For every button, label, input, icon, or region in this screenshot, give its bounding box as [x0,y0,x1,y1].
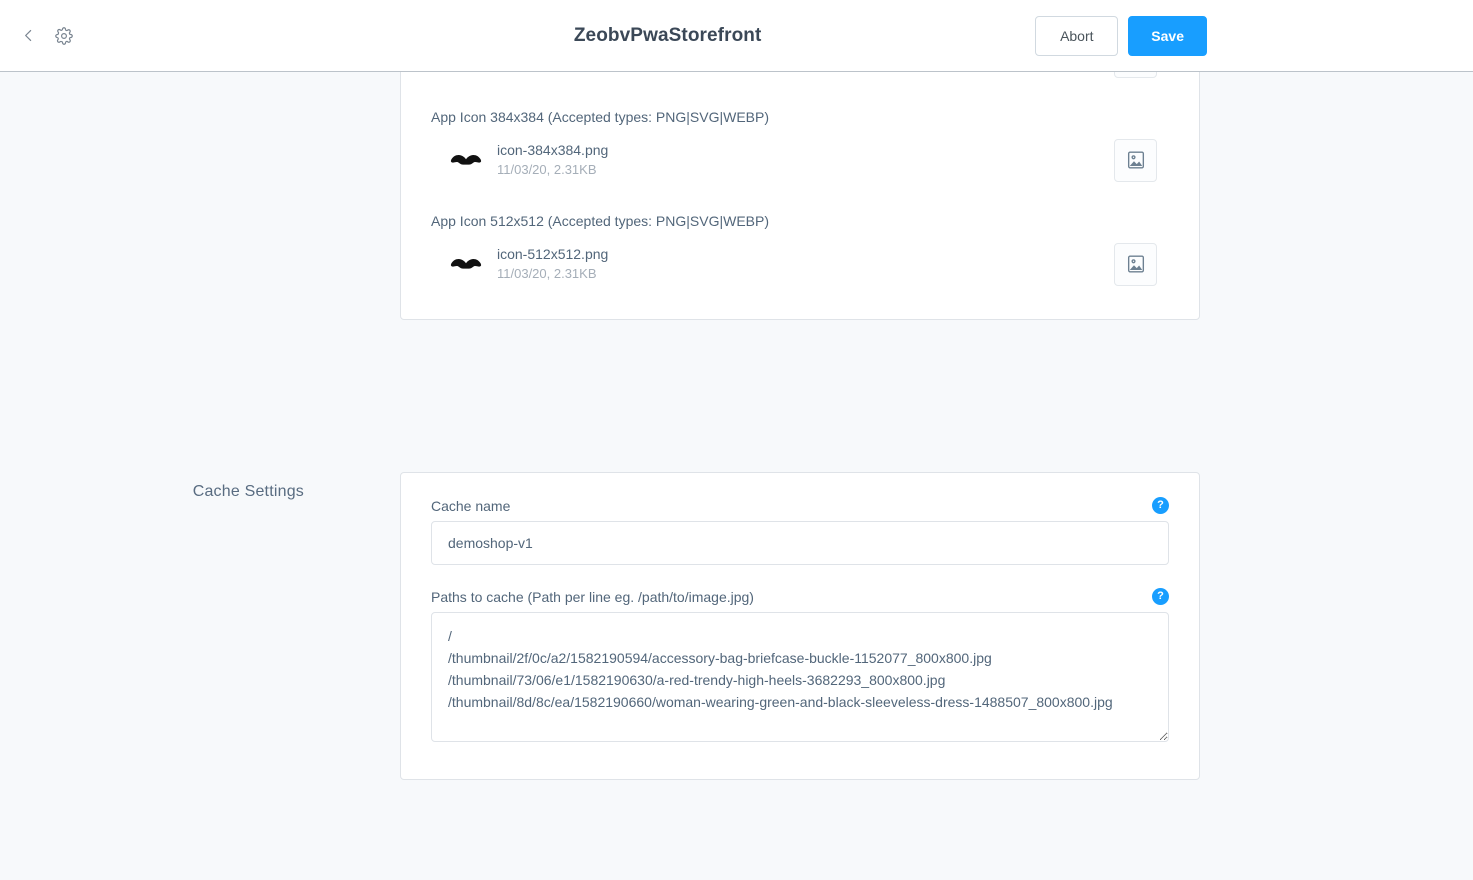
page-title: ZeobvPwaStorefront [573,24,762,46]
file-row[interactable]: icon-192x192.png 11/03/20, 2.31KB [431,72,1169,87]
app-icons-card: icon-152x152.png 11/03/20, 2.33KB App Ic… [400,72,1200,320]
cache-name-field: Cache name ? [431,497,1169,565]
help-circle-icon[interactable]: ? [1152,497,1169,514]
cache-settings-card: Cache name ? Paths to cache (Path per li… [400,472,1200,780]
smart-bar: ZeobvPwaStorefront Abort Save [0,0,1473,72]
paths-to-cache-label: Paths to cache (Path per line eg. /path/… [431,588,754,605]
file-info: icon-512x512.png 11/03/20, 2.31KB [497,244,1114,284]
smart-bar-left-actions [0,25,330,47]
chevron-left-icon[interactable] [17,25,39,47]
file-info: icon-192x192.png 11/03/20, 2.31KB [497,72,1114,76]
mustache-logo-icon [443,137,489,183]
file-meta-text: 11/03/20, 2.31KB [497,72,1114,76]
cache-name-label: Cache name [431,497,511,514]
cache-settings-title: Cache Settings [192,483,304,500]
file-meta-text: 11/03/20, 2.31KB [497,162,597,177]
save-button[interactable]: Save [1128,15,1207,56]
file-name: icon-384x384.png [497,142,609,158]
file-info: icon-384x384.png 11/03/20, 2.31KB [497,140,1114,180]
mustache-logo-icon [443,241,489,287]
image-placeholder-icon[interactable] [1114,242,1157,286]
image-placeholder-icon[interactable] [1114,138,1157,182]
file-row[interactable]: icon-512x512.png 11/03/20, 2.31KB [431,233,1169,295]
file-row[interactable]: icon-384x384.png 11/03/20, 2.31KB [431,129,1169,191]
file-meta-text: 11/03/20, 2.31KB [497,266,597,281]
file-name: icon-512x512.png [497,246,609,262]
field-label: App Icon 384x384 (Accepted types: PNG|SV… [431,109,769,125]
image-placeholder-icon[interactable] [1114,72,1157,78]
paths-to-cache-textarea[interactable]: / /thumbnail/2f/0c/a2/1582190594/accesso… [431,612,1169,742]
smart-bar-right-actions: Abort Save [1035,15,1473,56]
gear-icon[interactable] [53,25,75,47]
mustache-logo-icon [443,72,489,79]
field-label: App Icon 512x512 (Accepted types: PNG|SV… [431,213,769,229]
content-scroll-area[interactable]: icon-152x152.png 11/03/20, 2.33KB App Ic… [0,72,1473,880]
cache-settings-section: Cache Settings Cache name ? Paths to cac… [0,472,1473,780]
cache-name-input[interactable] [431,521,1169,565]
help-circle-icon[interactable]: ? [1152,588,1169,605]
abort-button[interactable]: Abort [1035,15,1119,56]
paths-to-cache-field: Paths to cache (Path per line eg. /path/… [431,588,1169,747]
